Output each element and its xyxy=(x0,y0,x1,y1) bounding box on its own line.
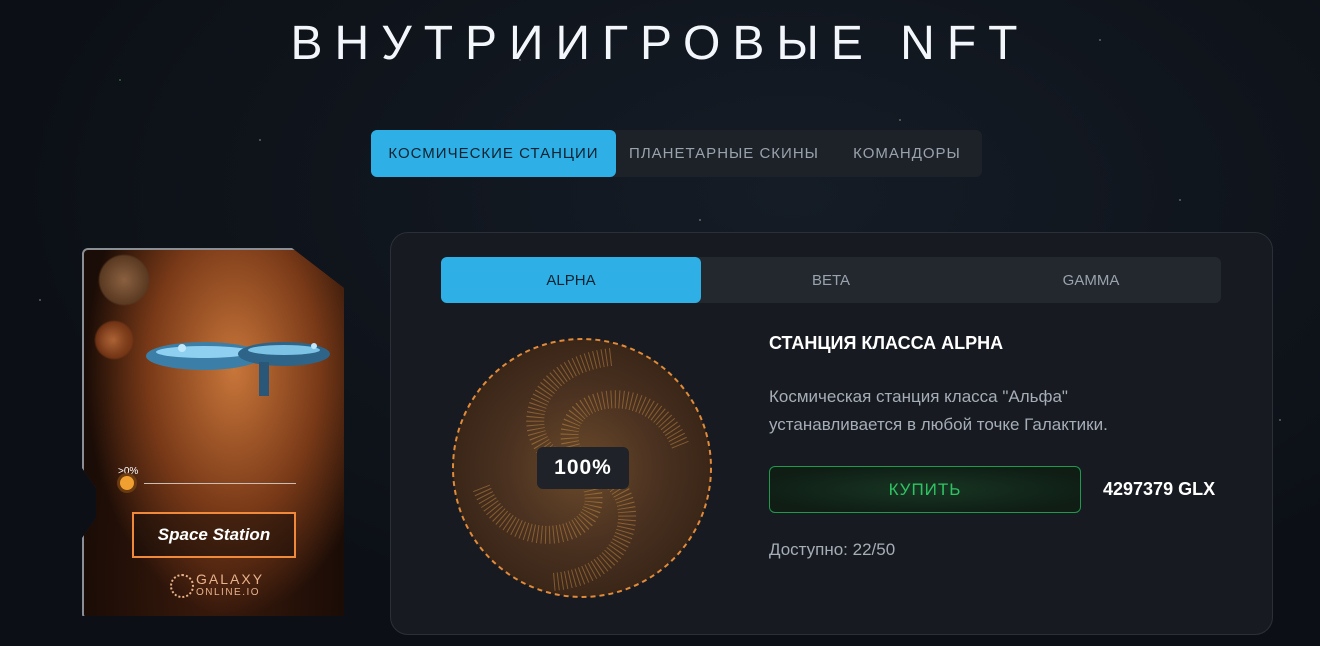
card-name-label: Space Station xyxy=(132,512,296,558)
tab-planetary-skins[interactable]: ПЛАНЕТАРНЫЕ СКИНЫ xyxy=(616,130,832,177)
tab-gamma[interactable]: GAMMA xyxy=(961,257,1221,303)
buy-button[interactable]: КУПИТЬ xyxy=(769,466,1081,513)
galaxy-online-logo: GALAXY ONLINE.IO xyxy=(196,572,264,600)
nft-card[interactable]: >0% Space Station GALAXY ONLINE.IO xyxy=(82,248,344,616)
tab-alpha[interactable]: ALPHA xyxy=(441,257,701,303)
station-detail-panel: ALPHA BETA GAMMA 100% СТАНЦИЯ КЛАССА ALP… xyxy=(390,232,1273,635)
tab-beta[interactable]: BETA xyxy=(701,257,961,303)
logo-line-2: ONLINE.IO xyxy=(196,587,261,598)
availability-label: Доступно: 22/50 xyxy=(769,540,896,559)
price-label: 4297379 GLX xyxy=(1103,479,1216,499)
card-progress-track xyxy=(144,483,296,484)
galaxy-logo-icon xyxy=(170,574,194,598)
category-tabs: КОСМИЧЕСКИЕ СТАНЦИИ ПЛАНЕТАРНЫЕ СКИНЫ КО… xyxy=(371,130,982,177)
tab-commanders[interactable]: КОМАНДОРЫ xyxy=(832,130,982,177)
gauge-percent-label: 100% xyxy=(537,447,629,489)
tab-space-stations[interactable]: КОСМИЧЕСКИЕ СТАНЦИИ xyxy=(371,130,616,177)
logo-line-1: GALAXY xyxy=(196,571,265,587)
page-title: ВНУТРИИГРОВЫЕ NFT xyxy=(290,17,1030,70)
station-description: Космическая станция класса "Альфа" устан… xyxy=(769,387,1108,434)
card-progress-knob xyxy=(120,476,134,490)
space-station-ship-image xyxy=(146,342,330,396)
station-title: СТАНЦИЯ КЛАССА ALPHA xyxy=(769,333,1004,353)
class-tabs: ALPHA BETA GAMMA xyxy=(441,257,1221,303)
